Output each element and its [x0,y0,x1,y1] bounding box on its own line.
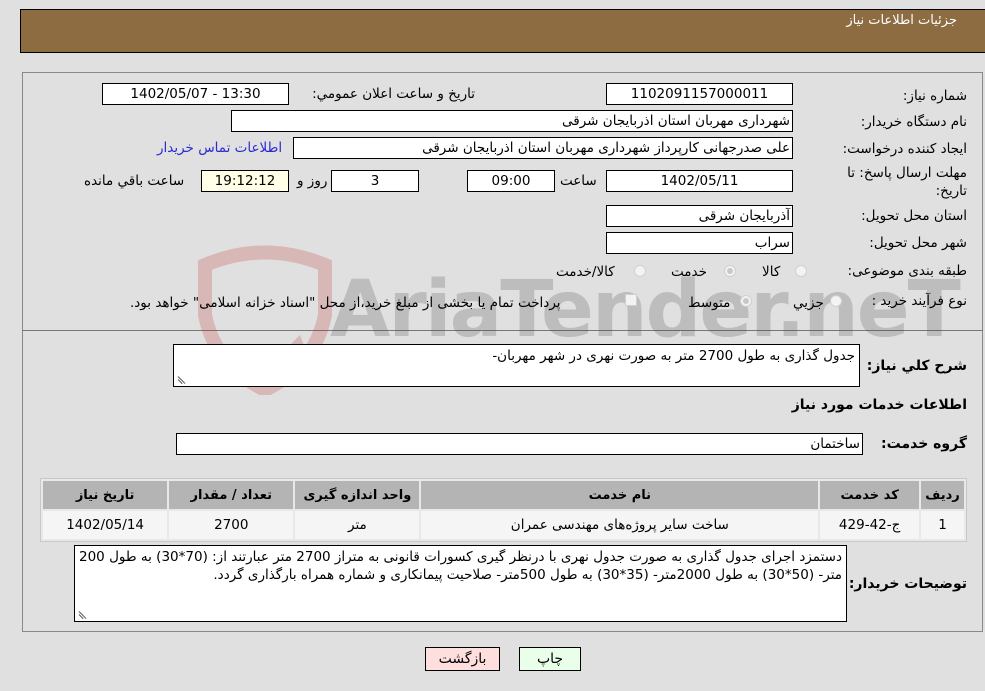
payment-checkbox[interactable] [625,294,637,306]
requester-label: ایجاد کننده درخواست: [842,141,967,157]
cell-need-date: 1402/05/14 [43,511,168,539]
buyer-contact-link[interactable]: اطلاعات تماس خریدار [157,140,282,156]
summary-label: شرح كلي نياز: [866,358,967,374]
col-service-name: نام خدمت [421,481,819,509]
need-number-field: 1102091157000011 [606,83,793,105]
buyer-notes-label: توضیحات خریدار: [848,576,967,592]
days-label: روز و [297,173,328,189]
cell-service-code: ج-42-429 [820,511,920,539]
category-radio-goods[interactable] [795,265,807,277]
resize-grip-icon[interactable] [78,609,88,619]
col-row-number: ردیف [921,481,964,509]
col-unit: واحد اندازه گیری [295,481,420,509]
category-radio-goods-service[interactable] [634,265,646,277]
deadline-time-field: 09:00 [467,170,555,192]
page-title: جزئيات اطلاعات نياز [846,13,957,28]
resize-grip-icon[interactable] [177,374,187,384]
print-button[interactable]: چاپ [519,647,581,671]
category-label: طبقه بندی موضوعی: [847,263,967,279]
process-radio-medium[interactable] [740,295,752,307]
cell-unit: متر [295,511,420,539]
table-header-row: ردیف کد خدمت نام خدمت واحد اندازه گیری ت… [43,481,964,509]
buyer-notes-textarea[interactable]: دستمزد اجرای جدول گذاری به صورت جدول نهر… [74,545,847,622]
deadline-label: مهلت ارسال پاسخ: تا [847,165,967,181]
category-radio-service[interactable] [724,265,736,277]
service-group-field: ساختمان [176,433,863,455]
province-field: آذربایجان شرقی [606,205,793,227]
col-quantity: تعداد / مقدار [169,481,294,509]
category-option-service: خدمت [671,264,707,280]
service-group-label: گروه خدمت: [881,436,967,452]
hour-label: ساعت [560,173,597,189]
col-service-code: کد خدمت [820,481,920,509]
province-label: استان محل تحویل: [861,208,967,224]
cell-quantity: 2700 [169,511,294,539]
need-number-label: شماره نیاز: [902,88,967,104]
summary-textarea[interactable]: جدول گذاری به طول 2700 متر به صورت نهری … [173,344,860,387]
remaining-time-field: 19:12:12 [201,170,289,192]
cell-service-name: ساخت سایر پروژه‌های مهندسی عمران [421,511,819,539]
buyer-notes-text: دستمزد اجرای جدول گذاری به صورت جدول نهر… [79,549,842,583]
col-need-date: تاریخ نیاز [43,481,168,509]
category-option-goods: کالا [762,264,781,280]
process-option-minor: جزيي [793,295,824,311]
services-section-title: اطلاعات خدمات مورد نياز [791,397,967,413]
requester-field: علی صدرجهانی کارپرداز شهرداری مهربان است… [293,137,793,159]
remaining-label: ساعت باقي مانده [84,173,185,189]
cell-row-number: 1 [921,511,964,539]
days-remaining-field: 3 [331,170,419,192]
deadline-date-field: 1402/05/11 [606,170,793,192]
deadline-label-date: تاریخ: [935,183,967,199]
table-row: 1 ج-42-429 ساخت سایر پروژه‌های مهندسی عم… [43,511,964,539]
announce-field: 1402/05/07 - 13:30 [102,83,289,105]
category-option-goods-service: کالا/خدمت [556,264,615,280]
back-button[interactable]: بازگشت [425,647,500,671]
summary-text: جدول گذاری به طول 2700 متر به صورت نهری … [492,348,855,364]
buyer-org-label: نام دستگاه خریدار: [860,114,967,130]
city-field: سراب [606,232,793,254]
services-table: ردیف کد خدمت نام خدمت واحد اندازه گیری ت… [40,478,967,542]
panel-divider [22,330,983,331]
buyer-org-field: شهرداری مهربان استان اذربایجان شرقی [231,110,793,132]
process-option-medium: متوسط [688,295,731,311]
city-label: شهر محل تحویل: [869,235,967,251]
process-label: نوع فرآیند خرید : [871,293,967,309]
process-radio-minor[interactable] [830,295,842,307]
payment-note: پرداخت تمام یا بخشی از مبلغ خرید،از محل … [130,295,561,311]
page-header [20,9,985,53]
announce-label: تاریخ و ساعت اعلان عمومي: [312,86,475,102]
